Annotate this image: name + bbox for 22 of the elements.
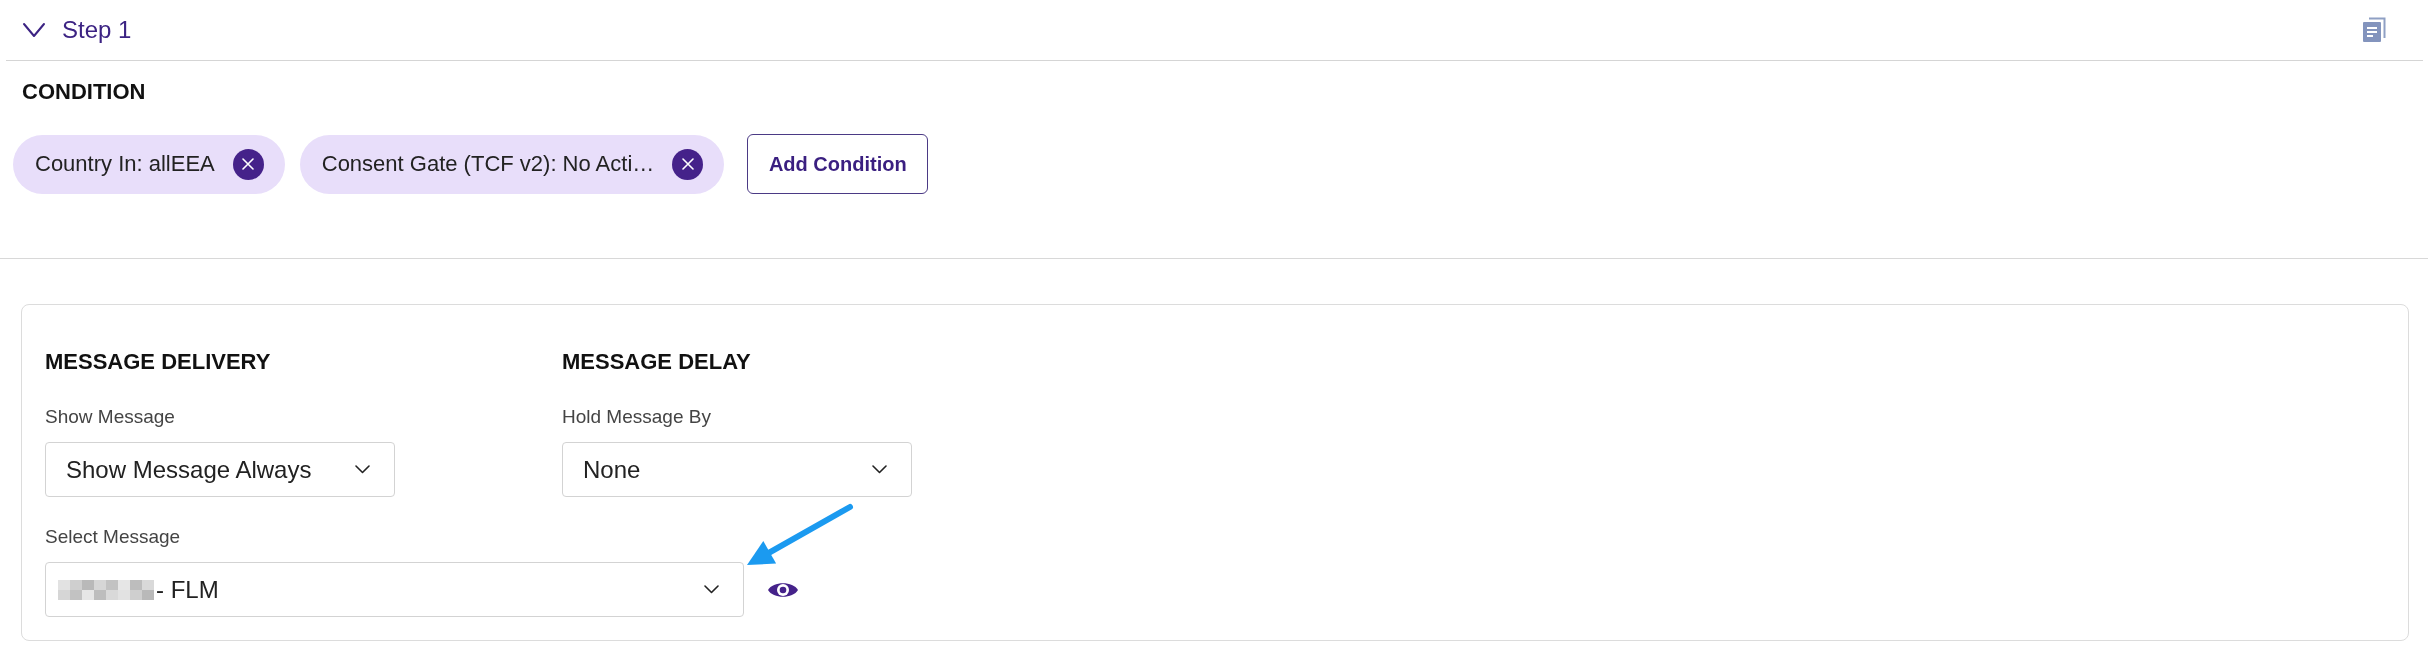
chevron-down-icon <box>872 465 887 474</box>
remove-chip-button[interactable] <box>672 148 704 180</box>
remove-chip-button[interactable] <box>232 148 264 180</box>
message-delay-heading: MESSAGE DELAY <box>562 349 751 375</box>
add-condition-button[interactable]: Add Condition <box>747 134 929 194</box>
field-label: Hold Message By <box>562 406 711 428</box>
close-icon <box>681 158 694 170</box>
chevron-down-icon[interactable] <box>22 22 46 38</box>
field-label: Show Message <box>45 406 175 428</box>
chip-label: Consent Gate (TCF v2): No Acti… <box>321 151 655 177</box>
chip-label: Country In: allEEA <box>35 151 215 177</box>
chevron-down-icon <box>704 585 719 594</box>
select-message-select[interactable]: - FLM <box>45 562 744 617</box>
show-message-select[interactable]: Show Message Always <box>45 442 395 497</box>
field-label: Select Message <box>45 526 181 548</box>
hold-message-select[interactable]: None <box>562 442 912 497</box>
copy-icon[interactable] <box>2362 17 2386 43</box>
close-icon <box>242 158 255 170</box>
step-title: Step 1 <box>62 16 132 44</box>
chevron-down-icon <box>355 465 370 474</box>
message-delivery-heading: MESSAGE DELIVERY <box>45 349 271 375</box>
condition-heading: CONDITION <box>22 79 146 105</box>
